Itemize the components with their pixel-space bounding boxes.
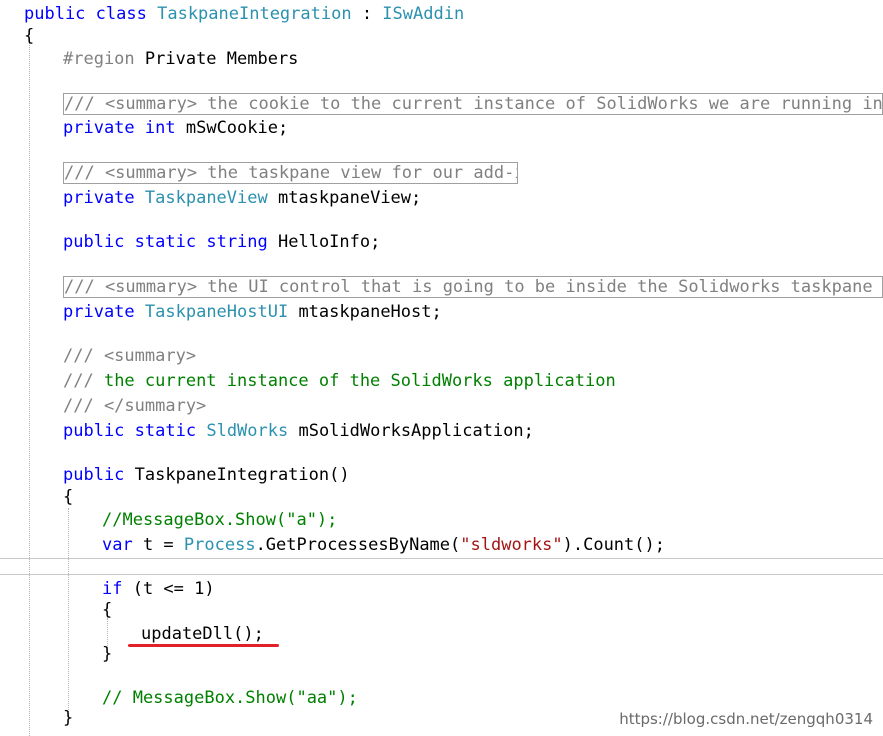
colon: :: [351, 4, 383, 24]
doc-comment-open: /// <summary>: [63, 346, 197, 366]
comment-line: //MessageBox.Show("a");: [102, 510, 338, 530]
keyword: if: [102, 579, 123, 599]
doc-prefix: ///: [63, 371, 104, 391]
cookie-field-line: private int mSwCookie;: [0, 116, 883, 140]
keyword: var: [102, 535, 133, 555]
code-text: (t <= 1): [122, 579, 215, 599]
field-name: mtaskpaneHost;: [288, 302, 442, 322]
code-text: .GetProcessesByName(: [255, 535, 461, 555]
keyword: int: [144, 118, 176, 138]
keyword: private: [63, 188, 135, 208]
keyword: public: [63, 421, 125, 441]
region-name: Private Members: [134, 49, 299, 69]
interface-name: ISwAddin: [382, 4, 465, 24]
type-name: TaskpaneHostUI: [144, 302, 289, 322]
keyword: static: [134, 421, 197, 441]
code-text: t =: [132, 535, 184, 555]
doc-text: the current instance of the SolidWorks a…: [103, 371, 616, 391]
class-declaration-line: public class TaskpaneIntegration : ISwAd…: [0, 2, 883, 26]
app-field-line: public static SldWorks mSolidWorksApplic…: [0, 419, 883, 443]
helloinfo-field-line: public static string HelloInfo;: [0, 230, 883, 254]
keyword: public: [63, 465, 125, 485]
field-name: mSolidWorksApplication;: [288, 421, 534, 441]
var-line: var t = Process.GetProcessesByName("sldw…: [0, 533, 883, 557]
constructor-open-brace: {: [63, 487, 74, 507]
keyword: private: [63, 118, 135, 138]
keyword: class: [95, 4, 147, 24]
keyword: private: [63, 302, 135, 322]
keyword: static: [134, 232, 197, 252]
type-name: TaskpaneView: [144, 188, 268, 208]
class-name: TaskpaneIntegration: [157, 4, 352, 24]
field-name: mtaskpaneView;: [267, 188, 422, 208]
view-field-line: private TaskpaneView mtaskpaneView;: [0, 186, 883, 210]
constructor-line: public TaskpaneIntegration(): [0, 463, 883, 487]
collapsed-summary-view[interactable]: /// <summary> the taskpane view for our …: [63, 162, 518, 184]
separator-line: [0, 574, 883, 575]
watermark-text: https://blog.csdn.net/zengqh0314: [619, 710, 873, 728]
collapsed-summary-host[interactable]: /// <summary> the UI control that is goi…: [63, 276, 883, 298]
if-close-brace: }: [102, 644, 113, 664]
host-field-line: private TaskpaneHostUI mtaskpaneHost;: [0, 300, 883, 324]
code-text: ).Count();: [562, 535, 665, 555]
keyword: public: [24, 4, 86, 24]
region-line: #region Private Members: [0, 47, 883, 71]
collapsed-summary-cookie[interactable]: /// <summary> the cookie to the current …: [63, 93, 883, 115]
constructor-name: TaskpaneIntegration(): [124, 465, 350, 485]
keyword: public: [63, 232, 125, 252]
type-name: SldWorks: [206, 421, 289, 441]
doc-comment-close: /// </summary>: [63, 396, 207, 416]
type-name: Process: [183, 535, 256, 555]
region-keyword: #region: [63, 49, 135, 69]
if-open-brace: {: [102, 600, 113, 620]
string-literal: "sldworks": [460, 535, 563, 555]
field-name: mSwCookie;: [175, 118, 289, 138]
doc-comment-text: /// the current instance of the SolidWor…: [0, 369, 883, 393]
separator-line: [0, 558, 883, 559]
field-name: HelloInfo;: [267, 232, 381, 252]
code-editor[interactable]: public class TaskpaneIntegration : ISwAd…: [0, 0, 883, 736]
class-open-brace: {: [24, 26, 35, 46]
keyword: string: [206, 232, 268, 252]
